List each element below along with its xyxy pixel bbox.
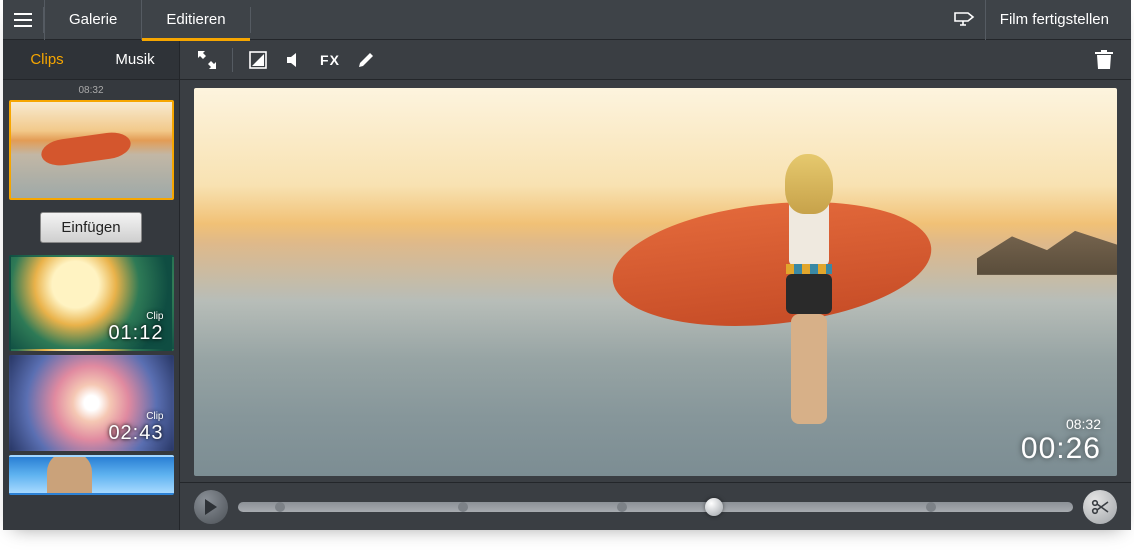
sidebar: Clips Musik 08:32 Einfügen Clip 01:12 — [3, 40, 180, 530]
volume-icon — [285, 51, 303, 69]
clip-thumbnail[interactable]: Clip 01:12 — [9, 255, 174, 351]
preview-container: 08:32 00:26 — [180, 80, 1131, 482]
insert-button[interactable]: Einfügen — [40, 212, 141, 243]
play-button[interactable] — [194, 490, 228, 524]
fullscreen-icon — [198, 51, 216, 69]
selected-clip-time: 08:32 — [3, 80, 179, 100]
menu-button[interactable] — [3, 0, 43, 40]
tab-gallery[interactable]: Galerie — [44, 0, 141, 40]
sidebar-tab-music[interactable]: Musik — [91, 40, 179, 79]
sidebar-tabs: Clips Musik — [3, 40, 179, 80]
total-time: 08:32 — [1021, 416, 1101, 432]
draw-button[interactable] — [349, 43, 383, 77]
export-icon — [954, 11, 976, 29]
clip-type-label: Clip — [108, 311, 163, 322]
timeline-mark — [617, 502, 627, 512]
timeline-scrubber[interactable] — [238, 502, 1073, 512]
editor-toolbar: FX — [180, 40, 1131, 80]
divider — [250, 7, 251, 33]
trash-icon — [1095, 50, 1113, 70]
clip-thumbnail[interactable] — [9, 455, 174, 495]
fx-button[interactable]: FX — [313, 43, 347, 77]
pencil-icon — [357, 51, 375, 69]
scissors-icon — [1091, 498, 1109, 516]
clip-duration: 01:12 — [108, 322, 163, 345]
timeline-playhead[interactable] — [705, 498, 723, 516]
playback-bar — [180, 482, 1131, 530]
fullscreen-button[interactable] — [190, 43, 224, 77]
timeline-mark — [926, 502, 936, 512]
hamburger-icon — [14, 13, 32, 27]
export-button[interactable] — [945, 0, 985, 40]
clip-list: Einfügen Clip 01:12 Clip 02:43 — [3, 100, 179, 530]
finish-movie-button[interactable]: Film fertigstellen — [985, 0, 1131, 40]
timeline-mark — [458, 502, 468, 512]
crop-icon — [249, 51, 267, 69]
cut-button[interactable] — [1083, 490, 1117, 524]
volume-button[interactable] — [277, 43, 311, 77]
clip-thumbnail-selected[interactable] — [9, 100, 174, 200]
app-window: Galerie Editieren Film fertigstellen Cli… — [3, 0, 1131, 530]
video-preview[interactable]: 08:32 00:26 — [194, 88, 1117, 476]
time-overlay: 08:32 00:26 — [1021, 416, 1101, 466]
timeline-mark — [275, 502, 285, 512]
sidebar-tab-clips[interactable]: Clips — [3, 40, 91, 79]
delete-button[interactable] — [1087, 43, 1121, 77]
top-nav: Galerie Editieren Film fertigstellen — [3, 0, 1131, 40]
clip-duration: 02:43 — [108, 422, 163, 445]
clip-thumbnail[interactable]: Clip 02:43 — [9, 355, 174, 451]
play-icon — [204, 499, 218, 515]
clip-type-label: Clip — [108, 411, 163, 422]
editor-panel: FX — [180, 40, 1131, 530]
divider — [232, 48, 233, 72]
tab-edit[interactable]: Editieren — [141, 0, 249, 40]
crop-button[interactable] — [241, 43, 275, 77]
current-time: 00:26 — [1021, 432, 1101, 466]
